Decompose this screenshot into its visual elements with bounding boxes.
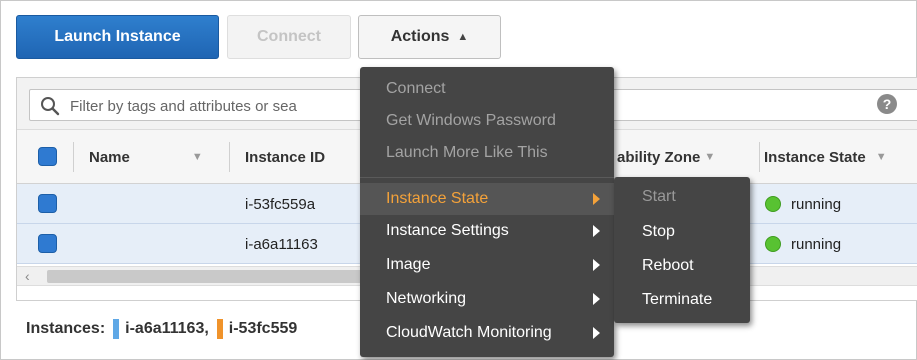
connect-button[interactable]: Connect xyxy=(227,15,351,59)
select-all-checkbox[interactable] xyxy=(38,147,57,166)
cell-instance-state: running xyxy=(765,184,841,224)
summary-label: Instances: xyxy=(26,320,106,337)
column-label: Instance ID xyxy=(245,148,326,166)
status-dot-icon xyxy=(765,236,781,252)
help-icon[interactable]: ? xyxy=(877,94,897,114)
actions-button[interactable]: Actions ▲ xyxy=(358,15,501,59)
sort-caret-icon: ▼ xyxy=(191,151,203,163)
submenu-arrow-icon xyxy=(593,259,600,271)
menu-item-networking[interactable]: Networking xyxy=(360,283,614,315)
app-frame: Launch Instance Connect Actions ▲ Filter… xyxy=(0,0,917,360)
column-divider xyxy=(229,142,230,172)
instance-state-submenu: Start Stop Reboot Terminate xyxy=(614,177,750,323)
cell-instance-state: running xyxy=(765,224,841,264)
menu-item-label: Instance Settings xyxy=(386,222,509,239)
menu-item-label: Instance State xyxy=(386,190,489,207)
launch-instance-button[interactable]: Launch Instance xyxy=(16,15,219,59)
filter-placeholder: Filter by tags and attributes or sea xyxy=(70,98,297,115)
submenu-arrow-icon xyxy=(593,193,600,205)
submenu-item-reboot[interactable]: Reboot xyxy=(614,250,750,282)
sort-caret-icon: ▼ xyxy=(875,151,887,163)
scroll-thumb[interactable] xyxy=(47,270,377,283)
menu-item-connect[interactable]: Connect xyxy=(360,73,614,105)
column-header-name[interactable]: Name ▼ xyxy=(89,130,229,184)
state-text: running xyxy=(791,235,842,253)
column-header-availability-zone[interactable]: ability Zone ▼ xyxy=(617,130,762,184)
column-divider xyxy=(759,142,760,172)
state-text: running xyxy=(791,195,842,213)
submenu-item-stop[interactable]: Stop xyxy=(614,216,750,248)
submenu-arrow-icon xyxy=(593,225,600,237)
menu-item-launch-more-like-this[interactable]: Launch More Like This xyxy=(360,137,614,169)
instance-color-chip xyxy=(216,319,223,339)
column-label: ability Zone xyxy=(617,148,701,166)
menu-item-image[interactable]: Image xyxy=(360,249,614,281)
menu-item-label: CloudWatch Monitoring xyxy=(386,324,552,341)
menu-item-cloudwatch-monitoring[interactable]: CloudWatch Monitoring xyxy=(360,317,614,349)
menu-item-get-windows-password[interactable]: Get Windows Password xyxy=(360,105,614,137)
submenu-item-terminate[interactable]: Terminate xyxy=(614,284,750,316)
menu-divider xyxy=(360,177,614,178)
summary-instance: i-53fc559 xyxy=(228,320,298,337)
search-icon xyxy=(41,97,60,116)
sort-caret-icon: ▼ xyxy=(704,151,716,163)
column-header-instance-state[interactable]: Instance State ▼ xyxy=(764,130,914,184)
menu-item-instance-state[interactable]: Instance State xyxy=(360,183,614,215)
menu-item-instance-settings[interactable]: Instance Settings xyxy=(360,215,614,247)
column-divider xyxy=(73,142,74,172)
selection-summary: Instances: i-a6a11163, i-53fc559 xyxy=(26,319,297,339)
column-header-instance-id[interactable]: Instance ID xyxy=(245,130,365,184)
row-checkbox[interactable] xyxy=(38,194,57,213)
column-label: Name xyxy=(89,148,130,166)
caret-up-icon: ▲ xyxy=(457,31,469,43)
actions-label: Actions xyxy=(390,28,450,45)
row-checkbox[interactable] xyxy=(38,234,57,253)
instance-color-chip xyxy=(113,319,120,339)
menu-item-label: Networking xyxy=(386,290,467,307)
summary-instance: i-a6a11163, xyxy=(125,320,209,337)
cell-instance-id: i-53fc559a xyxy=(245,195,316,213)
submenu-item-start[interactable]: Start xyxy=(614,181,750,213)
column-label: Instance State xyxy=(764,148,866,166)
menu-item-label: Image xyxy=(386,256,431,273)
cell-instance-id: i-a6a11163 xyxy=(245,235,318,253)
status-dot-icon xyxy=(765,196,781,212)
submenu-arrow-icon xyxy=(593,327,600,339)
scroll-left-icon[interactable]: ‹ xyxy=(25,268,30,284)
submenu-arrow-icon xyxy=(593,293,600,305)
actions-menu: Connect Get Windows Password Launch More… xyxy=(360,67,614,357)
